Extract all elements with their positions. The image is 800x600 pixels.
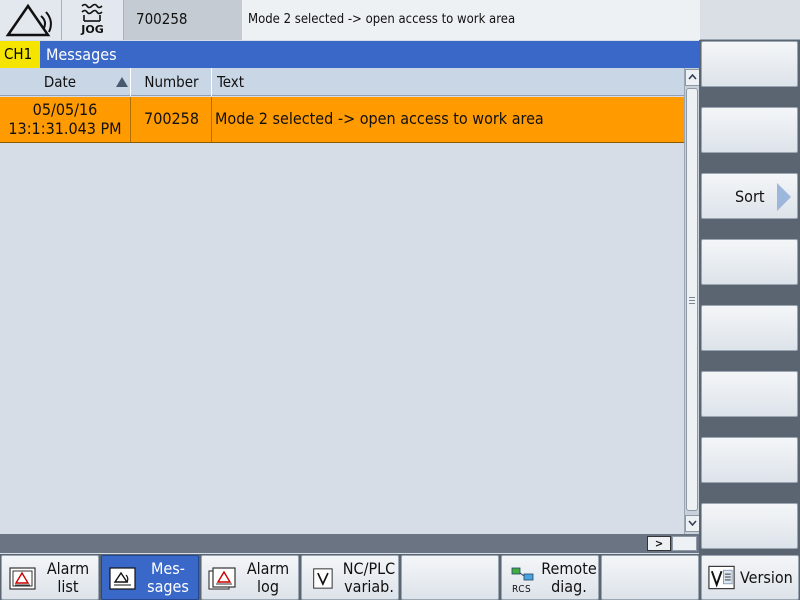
softkey-label: Mes- sages [142, 560, 194, 596]
chevron-up-icon [688, 73, 697, 80]
channel-badge: CH1 [0, 41, 40, 68]
rcs-text: RCS [512, 584, 532, 595]
variable-icon [313, 568, 333, 589]
label-line1: Mes- [151, 559, 185, 578]
vertical-softkey-bar: Sort [699, 40, 800, 554]
version-icon [708, 565, 735, 590]
table-row[interactable]: 05/05/16 13:1:31.043 PM 700258 Mode 2 se… [0, 97, 684, 143]
label-line1: Version [740, 568, 793, 587]
softkey-label: Version [740, 569, 798, 587]
softkey-label: Sort [735, 187, 765, 206]
label-line1: Alarm [46, 559, 90, 578]
scroll-down-button[interactable] [685, 515, 700, 532]
softkey-v6[interactable] [701, 371, 798, 417]
version-button[interactable]: Version [701, 555, 799, 600]
jog-mode-icon [81, 3, 103, 22]
label-line2: log [257, 577, 279, 596]
column-header-text[interactable]: Text [213, 68, 683, 96]
alarm-list-icon [9, 567, 36, 590]
label-line1: NC/PLC [342, 559, 396, 578]
alarm-triangle-icon [5, 3, 52, 37]
softkey-label: Remote diag. [540, 560, 598, 596]
softkey-v5[interactable] [701, 305, 798, 351]
date-value: 05/05/16 [32, 100, 98, 119]
horizontal-softkey-bar: Alarm list Mes- sages Alarm log NC/PLC v… [0, 554, 800, 600]
messages-table: Date Number Text 05/05/16 13:1:31.043 PM… [0, 68, 684, 534]
softkey-v7[interactable] [701, 437, 798, 483]
cell-number: 700258 [132, 97, 212, 142]
scroll-up-button[interactable] [685, 69, 700, 86]
messages-button[interactable]: Mes- sages [101, 555, 199, 600]
sort-button[interactable]: Sort [701, 173, 798, 219]
mode-label: JOG [81, 23, 104, 36]
scroll-thumb[interactable] [686, 88, 698, 511]
label-line2: list [57, 577, 79, 596]
window-title-bar: CH1 Messages [0, 41, 699, 68]
softkey-v8[interactable] [701, 503, 798, 549]
column-header-label: Date [43, 73, 77, 91]
label-line2: sages [147, 577, 189, 596]
scroll-right-button[interactable]: > [647, 536, 671, 551]
remote-diagnosis-button[interactable]: RCS Remote diag. [501, 555, 599, 600]
grip-icon [689, 297, 695, 304]
arrow-right-icon [777, 183, 791, 211]
label-line1: Remote [541, 559, 597, 578]
time-value: 13:1:31.043 PM [8, 119, 122, 138]
cell-text: Mode 2 selected -> open access to work a… [215, 109, 544, 128]
sort-ascending-icon [116, 77, 128, 87]
alarm-log-button[interactable]: Alarm log [201, 555, 299, 600]
label-line2: variab. [344, 577, 394, 596]
horizontal-scroll-bar: > [0, 534, 699, 553]
softkey-label: NC/PLC variab. [340, 560, 398, 596]
softkey-v4[interactable] [701, 239, 798, 285]
cell-date: 05/05/16 13:1:31.043 PM [0, 97, 131, 142]
column-header-number[interactable]: Number [132, 68, 212, 96]
alarm-log-icon [208, 567, 236, 590]
label-line1: Alarm [246, 559, 290, 578]
messages-icon [109, 567, 136, 590]
softkey-h5[interactable] [401, 555, 499, 600]
status-bar: JOG 700258 Mode 2 selected -> open acces… [0, 0, 800, 40]
alarm-list-button[interactable]: Alarm list [1, 555, 99, 600]
alarm-text: Mode 2 selected -> open access to work a… [242, 0, 700, 40]
softkey-label: Alarm log [242, 560, 294, 596]
column-header-date[interactable]: Date [0, 68, 131, 96]
softkey-v1[interactable] [701, 41, 798, 87]
softkey-v2[interactable] [701, 107, 798, 153]
scroll-box [672, 536, 697, 551]
alarm-number: 700258 [124, 0, 242, 40]
softkey-h7[interactable] [601, 555, 699, 600]
nc-plc-variables-button[interactable]: NC/PLC variab. [301, 555, 399, 600]
page-title: Messages [46, 45, 117, 64]
vertical-scrollbar[interactable] [684, 68, 700, 534]
label-line2: diag. [551, 577, 587, 596]
table-header: Date Number Text [0, 68, 684, 96]
chevron-down-icon [688, 520, 697, 527]
alarm-logo [0, 0, 62, 40]
softkey-label: Alarm list [42, 560, 94, 596]
operating-mode: JOG [62, 0, 124, 40]
